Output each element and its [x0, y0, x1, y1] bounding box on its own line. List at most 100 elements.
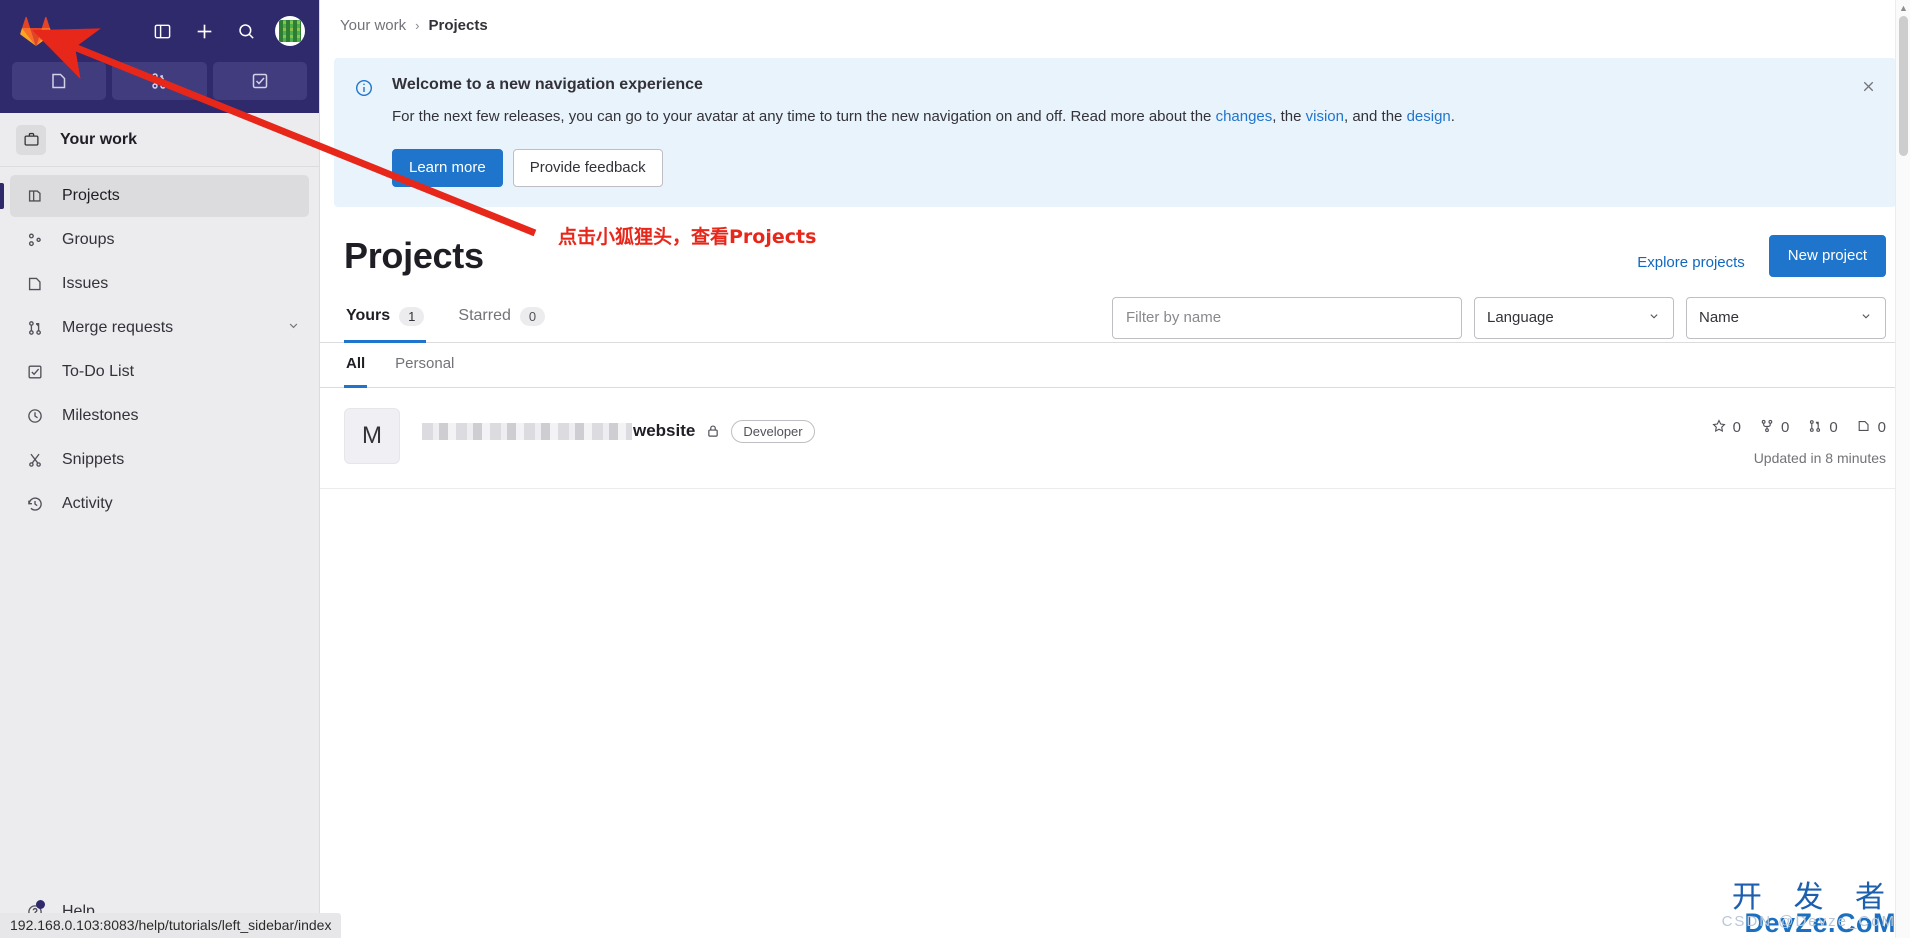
history-icon: [24, 493, 46, 515]
tab-count-badge: 1: [399, 306, 425, 326]
provide-feedback-button[interactable]: Provide feedback: [512, 148, 663, 187]
sidebar-item-label: To-Do List: [62, 363, 135, 380]
language-select[interactable]: Language: [1474, 296, 1674, 339]
subtab-personal[interactable]: Personal: [393, 343, 456, 388]
tab-starred[interactable]: Starred 0: [456, 295, 547, 343]
filters-group: Language Name: [1112, 296, 1886, 339]
changes-link[interactable]: changes: [1216, 108, 1273, 125]
project-role-badge: Developer: [731, 419, 815, 443]
learn-more-button[interactable]: Learn more: [392, 148, 503, 187]
sidebar-context-switcher[interactable]: Your work: [0, 113, 319, 167]
pinned-shortcuts-row: [0, 62, 319, 110]
breadcrumb-separator: ›: [415, 17, 420, 33]
star-icon: [1711, 418, 1727, 438]
merge-request-icon: [24, 317, 46, 339]
info-circle-icon: [354, 78, 376, 187]
breadcrumb: Your work › Projects: [320, 0, 1910, 50]
navigation-announcement-banner: Welcome to a new navigation experience F…: [334, 58, 1896, 207]
breadcrumb-current[interactable]: Projects: [429, 17, 488, 34]
pinned-issues-button[interactable]: [12, 62, 107, 100]
pinned-merge-requests-button[interactable]: [112, 62, 207, 100]
scrollbar-thumb[interactable]: [1899, 16, 1908, 156]
user-avatar[interactable]: [275, 16, 305, 46]
page-scrollbar[interactable]: ▲: [1895, 0, 1910, 938]
chevron-down-icon[interactable]: [286, 318, 301, 338]
group-icon: [24, 229, 46, 251]
merge-request-icon: [1807, 418, 1823, 438]
projects-tabs: Yours 1 Starred 0 Language Name: [320, 295, 1910, 343]
sidebar-item-label: Projects: [62, 187, 120, 204]
project-stats-line: 0 0 0 0: [1711, 418, 1886, 438]
tab-yours[interactable]: Yours 1: [344, 295, 427, 343]
panel-toggle-icon[interactable]: [143, 12, 181, 50]
banner-text-end: .: [1450, 108, 1455, 125]
left-sidebar: Your work Projects Groups Issues Merge r…: [0, 0, 320, 938]
fork-icon: [1759, 418, 1775, 438]
stat-issues[interactable]: 0: [1856, 418, 1886, 438]
sidebar-topbar: [0, 0, 319, 62]
banner-text-mid1: , the: [1272, 108, 1306, 125]
sidebar-item-todo-list[interactable]: To-Do List: [10, 351, 309, 393]
sidebar-item-issues[interactable]: Issues: [10, 263, 309, 305]
main-content: Your work › Projects Welcome to a new na…: [320, 0, 1910, 938]
project-list-item[interactable]: M website Developer 0 0 0 0 Updated in 8…: [320, 388, 1910, 489]
stat-value: 0: [1829, 419, 1838, 436]
vision-link[interactable]: vision: [1306, 108, 1344, 125]
breadcrumb-parent[interactable]: Your work: [340, 17, 406, 34]
new-project-button[interactable]: New project: [1768, 234, 1886, 277]
project-stats: 0 0 0 0 Updated in 8 minutes: [1711, 408, 1886, 466]
sidebar-item-projects[interactable]: Projects: [0, 175, 309, 217]
stat-value: 0: [1780, 419, 1790, 436]
sidebar-item-label: Issues: [62, 275, 109, 292]
clock-icon: [24, 405, 46, 427]
stat-value: 0: [1732, 419, 1741, 436]
search-icon[interactable]: [227, 12, 265, 50]
sidebar-item-activity[interactable]: Activity: [10, 483, 309, 525]
sidebar-top-navy-area: [0, 0, 319, 113]
subtab-all[interactable]: All: [344, 343, 368, 388]
chevron-down-icon[interactable]: [290, 130, 305, 150]
sidebar-item-merge-requests[interactable]: Merge requests: [10, 307, 309, 349]
project-name-row: website Developer: [422, 419, 1711, 443]
gitlab-fox-logo-icon[interactable]: [14, 9, 58, 53]
page-title: Projects: [344, 234, 484, 276]
app-root: Your work Projects Groups Issues Merge r…: [0, 0, 1910, 938]
sidebar-item-groups[interactable]: Groups: [10, 219, 309, 261]
project-name-redacted: [422, 422, 632, 440]
watermark: 开 发 者 DevZe.CoM CSDN @Devze_CoM: [1721, 872, 1896, 938]
chevron-down-icon: [1859, 309, 1873, 327]
explore-projects-link[interactable]: Explore projects: [1637, 254, 1745, 277]
search-input[interactable]: [1112, 296, 1462, 339]
stat-forks[interactable]: 0: [1759, 418, 1789, 438]
project-name-visible: website: [633, 421, 696, 440]
tab-label: Yours: [346, 307, 391, 324]
sidebar-nav-list: Projects Groups Issues Merge requests To…: [0, 167, 319, 892]
sidebar-item-label: Activity: [62, 495, 113, 512]
chevron-down-icon: [1647, 309, 1661, 327]
issues-icon: [24, 273, 46, 295]
work-briefcase-icon: [16, 124, 46, 155]
banner-actions: Learn more Provide feedback: [392, 148, 1876, 187]
scroll-up-arrow-icon[interactable]: ▲: [1898, 2, 1909, 13]
watermark-subtext: CSDN @Devze_CoM: [1721, 913, 1896, 930]
close-x-icon[interactable]: [1856, 74, 1880, 98]
stat-stars[interactable]: 0: [1711, 418, 1741, 438]
sidebar-item-label: Groups: [62, 231, 115, 248]
design-link[interactable]: design: [1407, 108, 1451, 125]
stat-merge-requests[interactable]: 0: [1807, 418, 1838, 438]
project-name-link[interactable]: website: [422, 421, 695, 441]
todo-check-icon: [24, 361, 46, 383]
projects-subtabs: All Personal: [320, 343, 1910, 388]
sidebar-item-label: Milestones: [62, 407, 139, 424]
sidebar-item-snippets[interactable]: Snippets: [10, 439, 309, 481]
banner-body: Welcome to a new navigation experience F…: [376, 76, 1876, 187]
sort-select[interactable]: Name: [1686, 296, 1886, 339]
pinned-todo-button[interactable]: [212, 62, 307, 100]
plus-icon[interactable]: [185, 12, 223, 50]
browser-status-bar: 192.168.0.103:8083/help/tutorials/left_s…: [0, 913, 342, 938]
banner-text-before: For the next few releases, you can go to…: [392, 108, 1216, 125]
issues-icon: [1856, 418, 1872, 438]
sidebar-item-milestones[interactable]: Milestones: [10, 395, 309, 437]
project-info: website Developer: [400, 408, 1711, 443]
annotation-text: 点击小狐狸头，查看Projects: [558, 226, 817, 248]
